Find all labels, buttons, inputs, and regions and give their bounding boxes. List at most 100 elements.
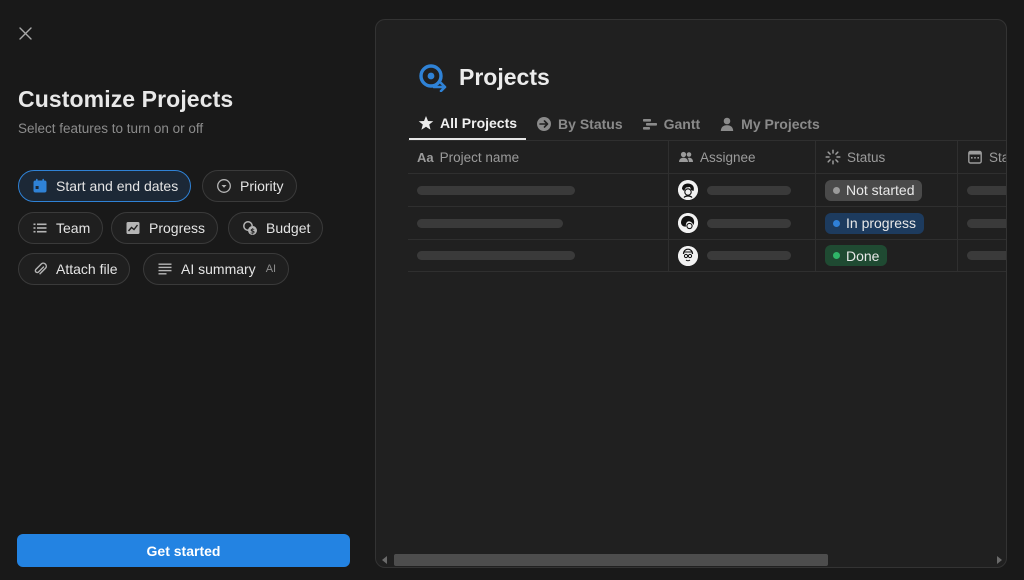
feature-attach-file[interactable]: Attach file <box>18 253 131 285</box>
status-dot <box>833 252 840 259</box>
status-dot <box>833 186 840 194</box>
feature-label: Start and end dates <box>56 178 179 194</box>
feature-progress[interactable]: Progress <box>111 212 219 244</box>
assignee-cell <box>669 240 816 271</box>
preview-title: Projects <box>459 63 550 90</box>
list-icon <box>32 220 48 236</box>
status-label: Done <box>846 247 880 264</box>
status-badge[interactable]: Not started <box>825 179 923 201</box>
table-header: Aa Project name Assignee Status Sta <box>408 140 1006 173</box>
chart-icon <box>125 220 141 236</box>
paperclip-icon <box>32 261 48 277</box>
project-name-cell <box>408 174 669 206</box>
view-tabs: All Projects By Status Gantt My Projects <box>409 108 830 140</box>
calendar-icon <box>32 178 48 194</box>
feature-label: Team <box>56 220 91 236</box>
feature-label: Attach file <box>56 261 118 277</box>
status-dot <box>833 219 840 227</box>
feature-start-end-dates[interactable]: Start and end dates <box>18 170 192 202</box>
status-label: Not started <box>846 182 915 198</box>
column-header-assignee[interactable]: Assignee <box>669 141 816 173</box>
loading-icon <box>825 149 841 165</box>
text-lines-icon <box>157 261 173 277</box>
tab-by-status[interactable]: By Status <box>527 108 632 140</box>
placeholder-bar <box>417 218 563 228</box>
table-row[interactable]: Done <box>408 239 1006 272</box>
text-type-icon: Aa <box>417 149 434 165</box>
star-icon <box>418 115 434 131</box>
placeholder-bar <box>967 251 1006 260</box>
assignee-cell <box>669 174 816 206</box>
feature-label: Budget <box>266 220 311 236</box>
budget-icon: $ <box>242 220 258 236</box>
feature-priority[interactable]: Priority <box>202 170 297 202</box>
tab-label: By Status <box>558 116 623 132</box>
table-row[interactable]: In progress <box>408 206 1006 239</box>
close-button[interactable] <box>14 22 36 44</box>
table-row[interactable]: Not started <box>408 173 1006 206</box>
people-icon <box>678 149 694 165</box>
status-cell: Not started <box>816 174 958 206</box>
feature-label: AI summary <box>181 261 256 277</box>
dialog-subtitle: Select features to turn on or off <box>18 121 204 136</box>
tab-label: My Projects <box>741 116 820 132</box>
feature-label: Progress <box>149 220 206 236</box>
column-header-project-name[interactable]: Aa Project name <box>408 141 669 173</box>
status-cell: In progress <box>816 207 958 239</box>
start-cell <box>958 240 1006 271</box>
avatar <box>678 245 698 266</box>
preview-header: Projects <box>418 62 550 92</box>
projects-table: Aa Project name Assignee Status Sta <box>408 140 1006 272</box>
feature-label: Priority <box>240 178 284 194</box>
chevron-circle-icon <box>216 178 232 194</box>
tab-label: All Projects <box>440 115 518 131</box>
project-name-cell <box>408 207 669 239</box>
placeholder-bar <box>707 218 791 228</box>
ai-tag: AI <box>265 263 277 275</box>
placeholder-bar <box>417 251 575 260</box>
scrollbar-thumb[interactable] <box>394 554 828 566</box>
placeholder-bar <box>967 185 1006 195</box>
avatar <box>678 213 698 233</box>
feature-ai-summary[interactable]: AI summary AI <box>143 253 290 285</box>
column-label: Project name <box>439 149 520 165</box>
column-label: Sta <box>989 149 1006 165</box>
status-cell: Done <box>816 240 958 271</box>
project-name-cell <box>408 240 669 271</box>
status-label: In progress <box>846 215 917 231</box>
close-icon <box>18 26 32 40</box>
gantt-icon <box>642 116 658 132</box>
placeholder-bar <box>707 185 791 195</box>
feature-budget[interactable]: $ Budget <box>228 212 324 244</box>
tab-my-projects[interactable]: My Projects <box>710 108 829 140</box>
start-cell <box>958 207 1006 239</box>
column-header-status[interactable]: Status <box>816 141 958 173</box>
person-icon <box>719 116 735 132</box>
feature-team[interactable]: Team <box>18 212 104 244</box>
projects-logo-icon <box>419 64 447 92</box>
calendar-icon <box>967 149 983 165</box>
assignee-cell <box>669 207 816 239</box>
tab-label: Gantt <box>663 116 701 132</box>
scroll-left-icon[interactable] <box>381 555 389 565</box>
column-label: Status <box>847 149 886 165</box>
svg-text:$: $ <box>250 228 255 236</box>
placeholder-bar <box>707 251 791 260</box>
placeholder-bar <box>967 218 1006 228</box>
avatar <box>678 180 698 200</box>
scroll-right-icon[interactable] <box>995 555 1003 565</box>
dialog-title: Customize Projects <box>18 86 234 112</box>
status-badge[interactable]: Done <box>825 245 888 266</box>
start-cell <box>958 174 1006 206</box>
placeholder-bar <box>417 185 575 195</box>
column-label: Assignee <box>700 149 756 165</box>
tab-gantt[interactable]: Gantt <box>633 108 710 140</box>
customize-panel: Customize Projects Select features to tu… <box>0 0 366 580</box>
tab-all-projects[interactable]: All Projects <box>409 108 527 140</box>
status-badge[interactable]: In progress <box>825 212 925 234</box>
get-started-button[interactable]: Get started <box>17 534 350 567</box>
horizontal-scrollbar[interactable] <box>376 551 1006 567</box>
projects-preview: Projects All Projects By Status Gantt My… <box>375 19 1007 568</box>
arrow-circle-icon <box>536 116 552 132</box>
column-header-start[interactable]: Sta <box>958 141 1006 173</box>
